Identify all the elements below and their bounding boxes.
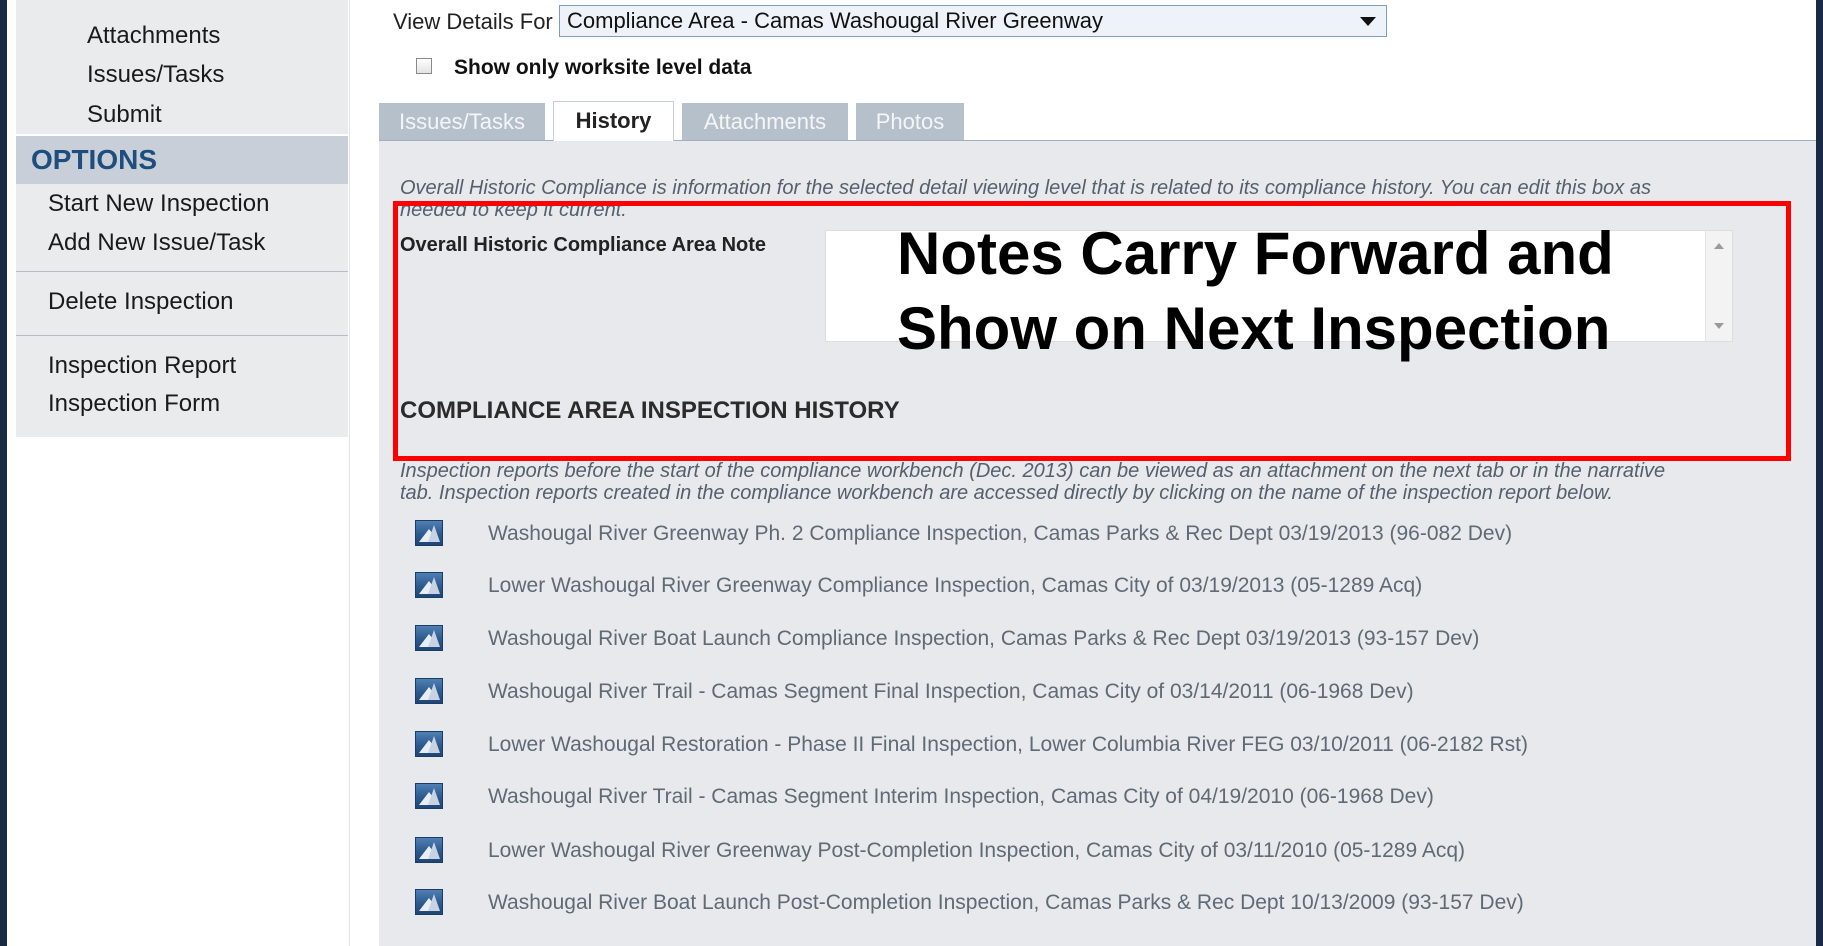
options-divider	[16, 335, 348, 336]
dropdown-arrow-icon[interactable]	[1360, 17, 1376, 26]
inspection-reports-intro: Inspection reports before the start of t…	[400, 460, 1666, 482]
annotation-callout-text: Show on Next Inspection	[897, 295, 1611, 362]
worksite-only-label[interactable]: Show only worksite level data	[454, 55, 752, 81]
annotation-callout-text: Notes Carry Forward and	[897, 220, 1614, 287]
view-details-select[interactable]: Compliance Area - Camas Washougal River …	[559, 5, 1387, 37]
historic-compliance-intro: Overall Historic Compliance is informati…	[400, 177, 1651, 199]
sidebar-divider	[349, 0, 350, 946]
inspection-report-link[interactable]: Washougal River Boat Launch Compliance I…	[488, 627, 1479, 651]
sidebar-item-issues-tasks[interactable]: Issues/Tasks	[87, 61, 224, 89]
options-divider	[16, 271, 348, 272]
add-new-issue-task-link[interactable]: Add New Issue/Task	[48, 229, 265, 257]
start-new-inspection-link[interactable]: Start New Inspection	[48, 190, 269, 218]
report-icon[interactable]	[415, 678, 443, 704]
report-icon[interactable]	[415, 625, 443, 651]
sidebar: Attachments Issues/Tasks Submit OPTIONS …	[7, 0, 351, 946]
inspection-report-link[interactable]: Inspection Report	[48, 352, 236, 380]
delete-inspection-link[interactable]: Delete Inspection	[48, 288, 233, 316]
inspection-report-link[interactable]: Washougal River Greenway Ph. 2 Complianc…	[488, 522, 1512, 546]
inspection-form-link[interactable]: Inspection Form	[48, 390, 220, 418]
app-window: Attachments Issues/Tasks Submit OPTIONS …	[7, 0, 1816, 946]
tab-attachments[interactable]: Attachments	[682, 103, 848, 141]
inspection-report-link[interactable]: Lower Washougal River Greenway Post-Comp…	[488, 839, 1465, 863]
inspection-report-link[interactable]: Washougal River Trail - Camas Segment In…	[488, 785, 1434, 809]
tab-photos[interactable]: Photos	[856, 103, 964, 141]
inspection-report-link[interactable]: Washougal River Boat Launch Post-Complet…	[488, 891, 1524, 915]
worksite-only-checkbox[interactable]	[416, 58, 432, 74]
report-icon[interactable]	[415, 731, 443, 757]
view-details-selected-value: Compliance Area - Camas Washougal River …	[567, 8, 1103, 33]
inspection-report-link[interactable]: Washougal River Trail - Camas Segment Fi…	[488, 680, 1414, 704]
options-menu: Start New Inspection Add New Issue/Task …	[16, 184, 348, 437]
inspection-report-link[interactable]: Lower Washougal Restoration - Phase II F…	[488, 733, 1528, 757]
sidebar-item-attachments[interactable]: Attachments	[87, 22, 220, 50]
report-icon[interactable]	[415, 783, 443, 809]
options-header: OPTIONS	[16, 136, 348, 184]
inspection-report-link[interactable]: Lower Washougal River Greenway Complianc…	[488, 574, 1422, 598]
sidebar-nav: Attachments Issues/Tasks Submit	[16, 0, 348, 134]
report-icon[interactable]	[415, 889, 443, 915]
tab-issues-tasks[interactable]: Issues/Tasks	[379, 103, 545, 141]
inspection-reports-intro: tab. Inspection reports created in the c…	[400, 482, 1613, 504]
tab-history[interactable]: History	[553, 101, 674, 141]
sidebar-item-submit[interactable]: Submit	[87, 101, 162, 129]
report-icon[interactable]	[415, 837, 443, 863]
report-icon[interactable]	[415, 520, 443, 546]
view-details-label: View Details For	[393, 9, 553, 34]
report-icon[interactable]	[415, 572, 443, 598]
